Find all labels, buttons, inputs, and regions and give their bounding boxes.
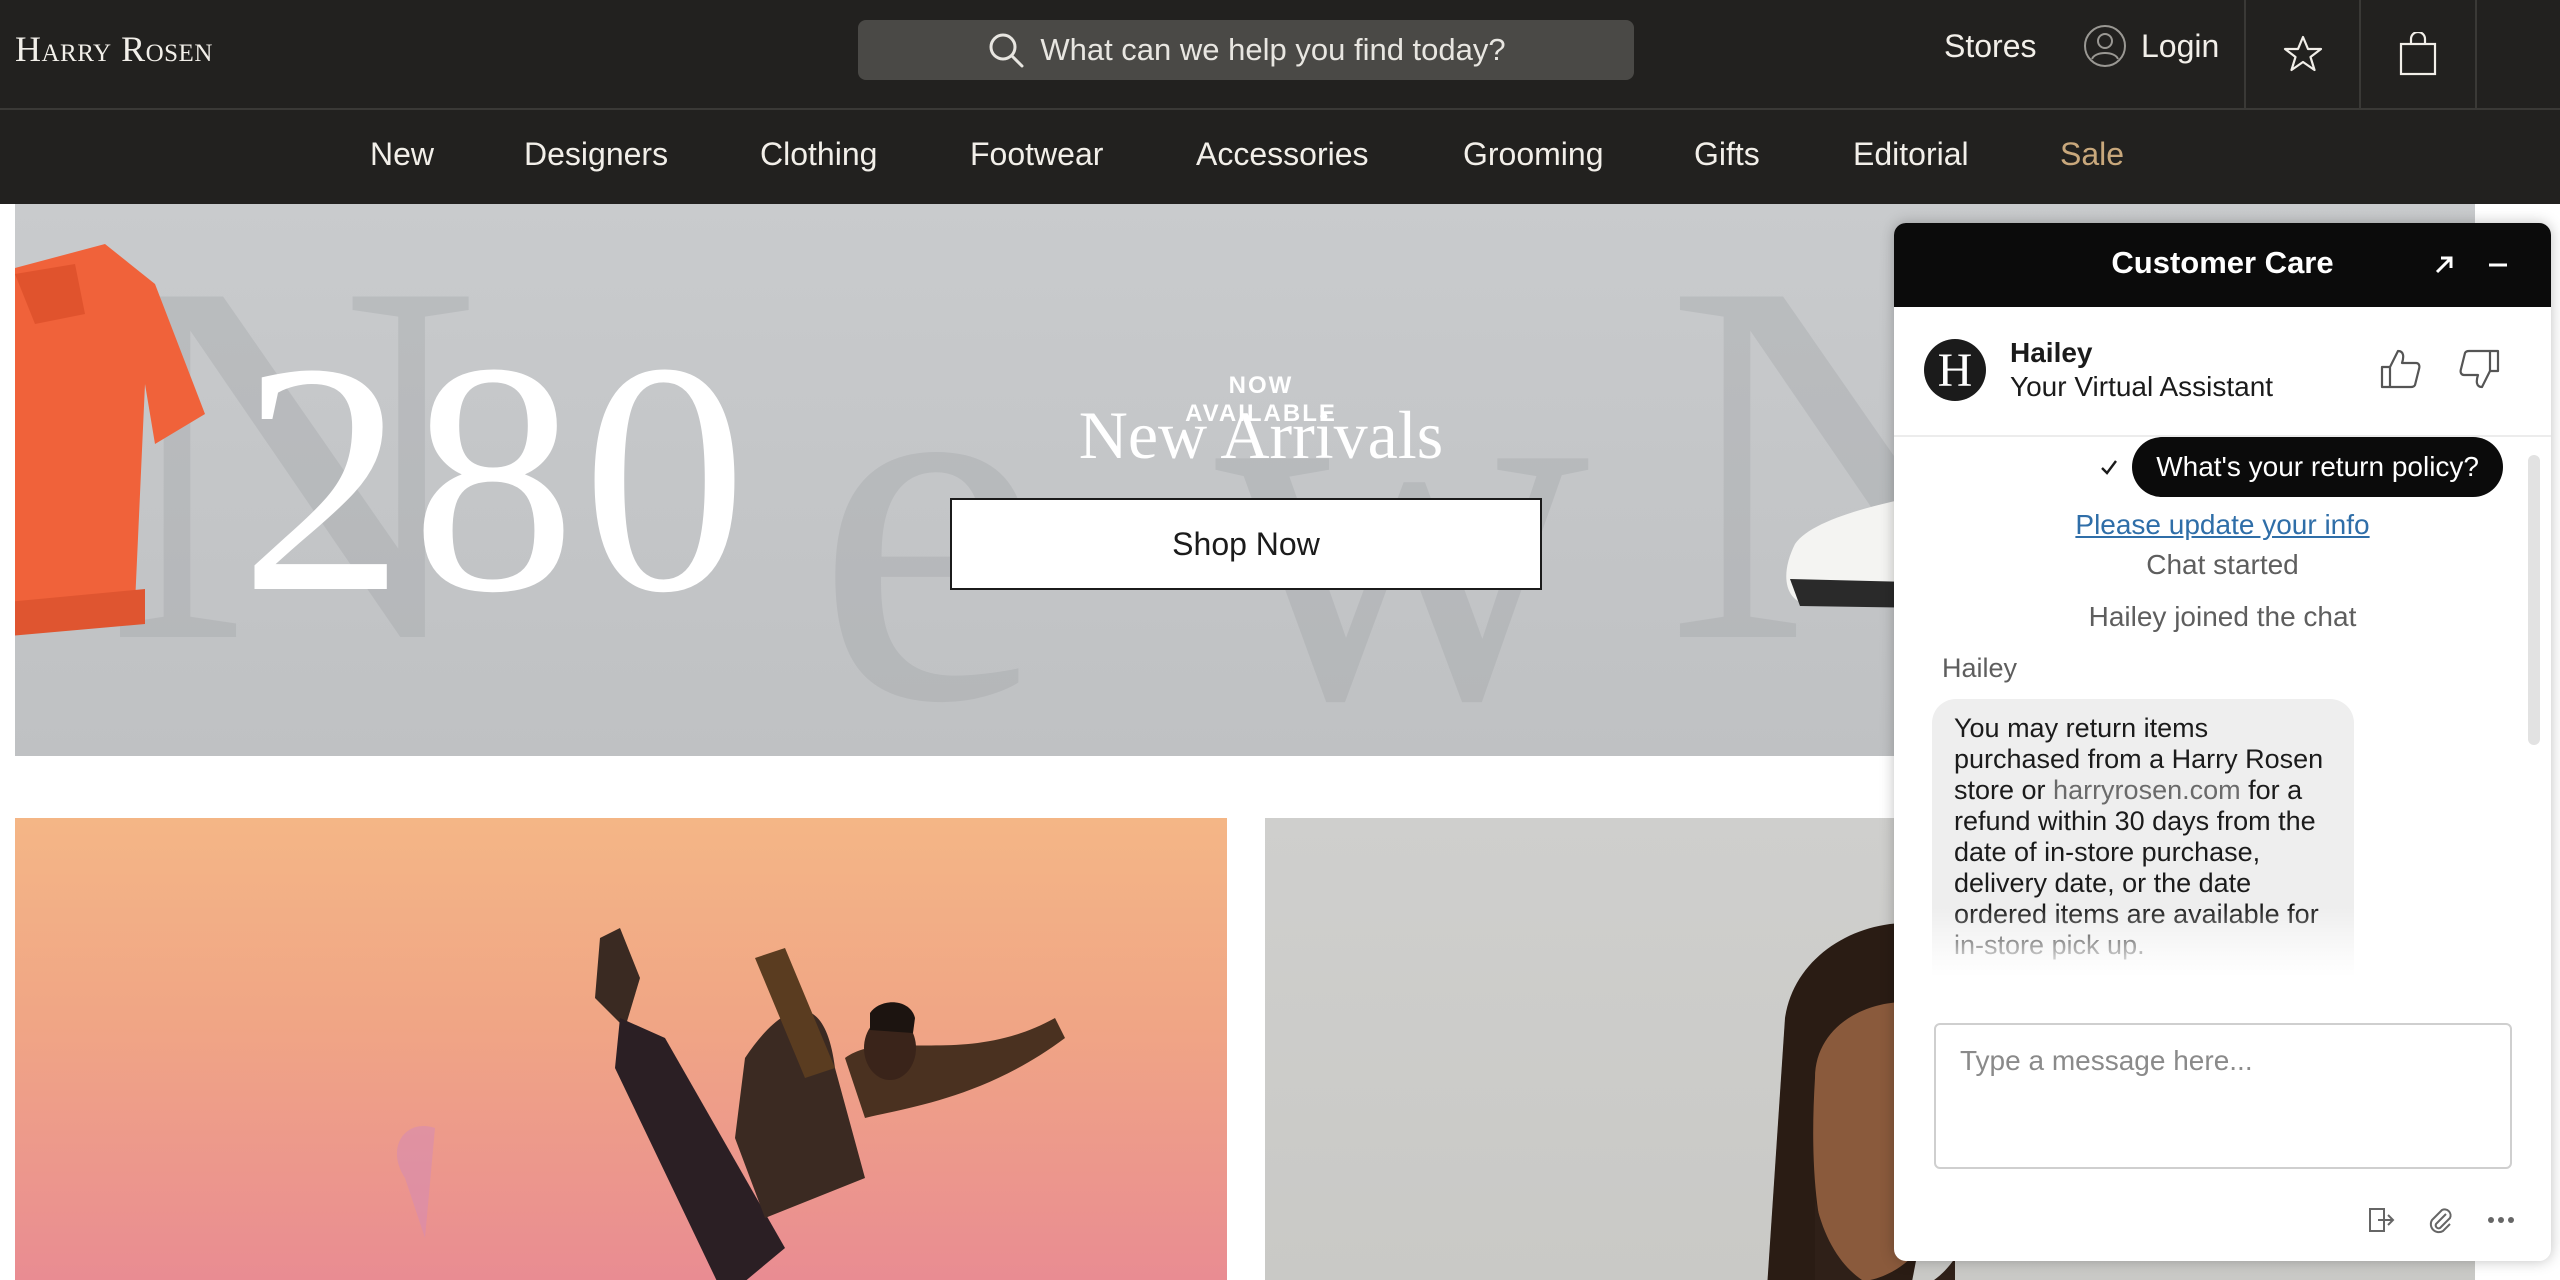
header-divider	[2475, 0, 2477, 108]
search-placeholder: What can we help you find today?	[1040, 32, 1506, 67]
shopping-bag-icon	[2399, 32, 2437, 76]
minimize-button[interactable]	[2478, 245, 2518, 285]
sent-message-bubble: What's your return policy?	[2132, 437, 2503, 497]
system-message: Chat started	[2146, 549, 2299, 580]
sent-message-row: What's your return policy?	[2098, 437, 2503, 497]
minimize-icon	[2489, 263, 2507, 267]
update-info-link[interactable]: Please update your info	[1894, 509, 2551, 541]
scroll-fade	[1894, 907, 2551, 977]
polo-shirt-image	[15, 244, 205, 636]
system-message: Hailey joined the chat	[2088, 601, 2357, 632]
thumbs-up-icon[interactable]	[2378, 347, 2422, 391]
chat-header: Customer Care	[1894, 223, 2551, 307]
message-list[interactable]: What's your return policy? Please update…	[1894, 437, 2551, 977]
agent-avatar: H	[1924, 339, 1986, 401]
paperclip-icon	[2429, 1208, 2452, 1234]
background-letter-graphic: e	[815, 235, 1046, 756]
harryrosen-link[interactable]: harryrosen.com	[2053, 775, 2241, 805]
checkmark-icon	[2101, 460, 2118, 475]
nav-gifts[interactable]: Gifts	[1694, 136, 1760, 173]
stores-link[interactable]: Stores	[1944, 28, 2036, 65]
shop-now-button[interactable]: Shop Now	[950, 498, 1542, 590]
more-dots-icon	[2488, 1217, 2514, 1223]
exit-icon	[2369, 1208, 2395, 1232]
message-sender-label: Hailey	[1942, 653, 2018, 683]
search-icon	[989, 33, 1024, 68]
shopping-bag-button[interactable]	[2359, 0, 2475, 108]
nav-sale[interactable]: Sale	[2060, 136, 2124, 173]
more-options-button[interactable]	[2484, 1203, 2518, 1237]
login-link[interactable]: Login	[2083, 24, 2219, 68]
user-icon	[2084, 25, 2126, 67]
dancer-promo-tile[interactable]	[15, 818, 1227, 1280]
wishlist-button[interactable]	[2244, 0, 2360, 108]
dancer-image	[396, 928, 1065, 1280]
promo-price: 280	[240, 296, 753, 661]
hero-headline: New Arrivals	[1078, 397, 1444, 473]
top-header: Harry Rosen What can we help you find to…	[0, 0, 2560, 110]
nav-designers[interactable]: Designers	[524, 136, 668, 173]
background-letter-graphic: w	[1215, 235, 1591, 756]
agent-role: Your Virtual Assistant	[2010, 371, 2274, 402]
search-bar[interactable]: What can we help you find today?	[858, 20, 1634, 80]
nav-clothing[interactable]: Clothing	[760, 136, 877, 173]
nav-editorial[interactable]: Editorial	[1853, 136, 1969, 173]
thumbs-down-icon[interactable]	[2458, 347, 2502, 391]
nav-new[interactable]: New	[370, 136, 434, 173]
harry-rosen-logo[interactable]: Harry Rosen	[15, 28, 213, 70]
chat-scrollbar[interactable]	[2528, 455, 2540, 745]
popout-button[interactable]	[2424, 245, 2464, 285]
star-icon	[2283, 35, 2323, 72]
main-navigation: New Designers Clothing Footwear Accessor…	[0, 110, 2560, 204]
message-input[interactable]	[1934, 1023, 2512, 1169]
external-arrow-icon	[2435, 256, 2453, 274]
nav-footwear[interactable]: Footwear	[970, 136, 1103, 173]
customer-care-chat: Customer Care H Hailey Your Virtual Assi…	[1894, 223, 2551, 1261]
agent-name: Hailey	[2010, 337, 2093, 368]
attach-button[interactable]	[2424, 1203, 2458, 1237]
nav-accessories[interactable]: Accessories	[1196, 136, 1369, 173]
login-label: Login	[2141, 27, 2220, 64]
end-chat-button[interactable]	[2364, 1203, 2398, 1237]
agent-info: H Hailey Your Virtual Assistant	[1894, 307, 2551, 437]
nav-grooming[interactable]: Grooming	[1463, 136, 1604, 173]
